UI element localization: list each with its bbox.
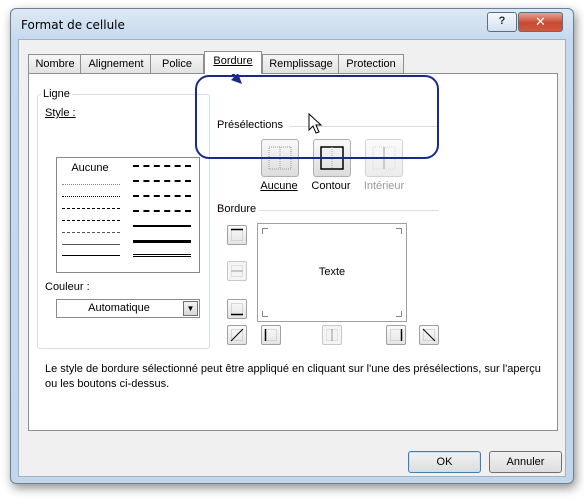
border-bottom-icon xyxy=(231,303,243,316)
border-right-icon xyxy=(390,329,403,341)
preview-corner-mark xyxy=(262,311,268,317)
preset-inside-label: Intérieur xyxy=(359,180,409,192)
color-label-text: Couleur : xyxy=(45,281,90,293)
preset-outline-label: Contour xyxy=(307,180,355,192)
border-legend: Bordure xyxy=(215,203,259,215)
preview-corner-mark xyxy=(262,228,268,234)
border-diagonal-down-button[interactable] xyxy=(419,325,439,345)
line-style-option[interactable] xyxy=(133,240,191,243)
line-style-option[interactable] xyxy=(133,195,191,197)
border-left-button[interactable] xyxy=(261,325,281,345)
line-style-option[interactable] xyxy=(62,208,120,209)
line-style-option[interactable] xyxy=(62,232,120,233)
border-inside-horizontal-icon xyxy=(231,265,243,277)
border-inside-vertical-button[interactable] xyxy=(322,325,342,345)
mouse-pointer-icon xyxy=(308,113,323,134)
tab-nombre[interactable]: Nombre xyxy=(28,54,82,73)
tab-label: Bordure xyxy=(213,55,253,67)
preset-none-label: Aucune xyxy=(255,180,303,192)
preset-none-text: Aucune xyxy=(260,180,298,192)
tab-police[interactable]: Police xyxy=(150,54,204,73)
tab-label: Police xyxy=(162,58,192,70)
border-divider xyxy=(259,210,439,211)
line-style-option[interactable] xyxy=(62,220,120,221)
chevron-down-icon[interactable]: ▼ xyxy=(183,301,198,316)
cancel-button[interactable]: Annuler xyxy=(489,451,562,473)
ok-button[interactable]: OK xyxy=(408,451,481,473)
help-button[interactable]: ? xyxy=(487,12,517,32)
border-preview[interactable]: Texte xyxy=(257,223,407,322)
border-left-icon xyxy=(264,329,277,341)
line-group-legend: Ligne xyxy=(41,88,72,100)
line-style-option[interactable] xyxy=(133,165,191,167)
tab-label: Protection xyxy=(346,58,396,70)
tab-alignement[interactable]: Alignement xyxy=(80,54,152,73)
border-inside-vertical-icon xyxy=(326,329,338,341)
line-style-option[interactable] xyxy=(62,196,120,197)
preview-corner-mark xyxy=(396,311,402,317)
tab-bordure[interactable]: Bordure xyxy=(204,51,262,74)
tab-label: Alignement xyxy=(88,58,144,70)
line-style-list[interactable]: Aucune xyxy=(56,157,200,273)
preset-inside-text: Intérieur xyxy=(363,180,405,192)
style-label: Style : xyxy=(45,107,76,119)
border-diagonal-up-button[interactable] xyxy=(227,325,247,345)
border-top-icon xyxy=(231,228,243,241)
tab-label: Remplissage xyxy=(269,58,333,70)
border-inside-horizontal-button[interactable] xyxy=(227,261,247,281)
color-dropdown-value: Automatique xyxy=(88,302,150,314)
line-style-option[interactable] xyxy=(62,184,120,185)
line-style-option[interactable] xyxy=(133,254,191,257)
tab-remplissage[interactable]: Remplissage xyxy=(262,54,340,73)
color-dropdown[interactable]: Automatique ▼ xyxy=(56,299,200,318)
description-text: Le style de bordure sélectionné peut êtr… xyxy=(45,363,541,390)
diagonal-up-icon xyxy=(230,328,244,342)
tab-label: Nombre xyxy=(35,58,75,70)
border-right-button[interactable] xyxy=(386,325,406,345)
preview-corner-mark xyxy=(396,228,402,234)
border-bottom-button[interactable] xyxy=(227,299,247,319)
line-style-option[interactable] xyxy=(62,255,120,256)
border-top-button[interactable] xyxy=(227,225,247,245)
line-style-option[interactable] xyxy=(62,244,120,245)
line-style-option[interactable] xyxy=(133,210,191,212)
style-label-text: Style : xyxy=(45,107,76,119)
color-label: Couleur : xyxy=(45,281,90,293)
line-style-option[interactable] xyxy=(133,180,191,182)
tab-protection[interactable]: Protection xyxy=(338,54,404,73)
close-button[interactable]: ✕ xyxy=(518,12,563,32)
style-none-option[interactable]: Aucune xyxy=(63,162,117,174)
dialog-title: Format de cellule xyxy=(21,18,125,32)
preview-text: Texte xyxy=(318,266,346,278)
preset-outline-text: Contour xyxy=(311,180,351,192)
line-style-option[interactable] xyxy=(133,225,191,227)
diagonal-down-icon xyxy=(422,328,436,342)
